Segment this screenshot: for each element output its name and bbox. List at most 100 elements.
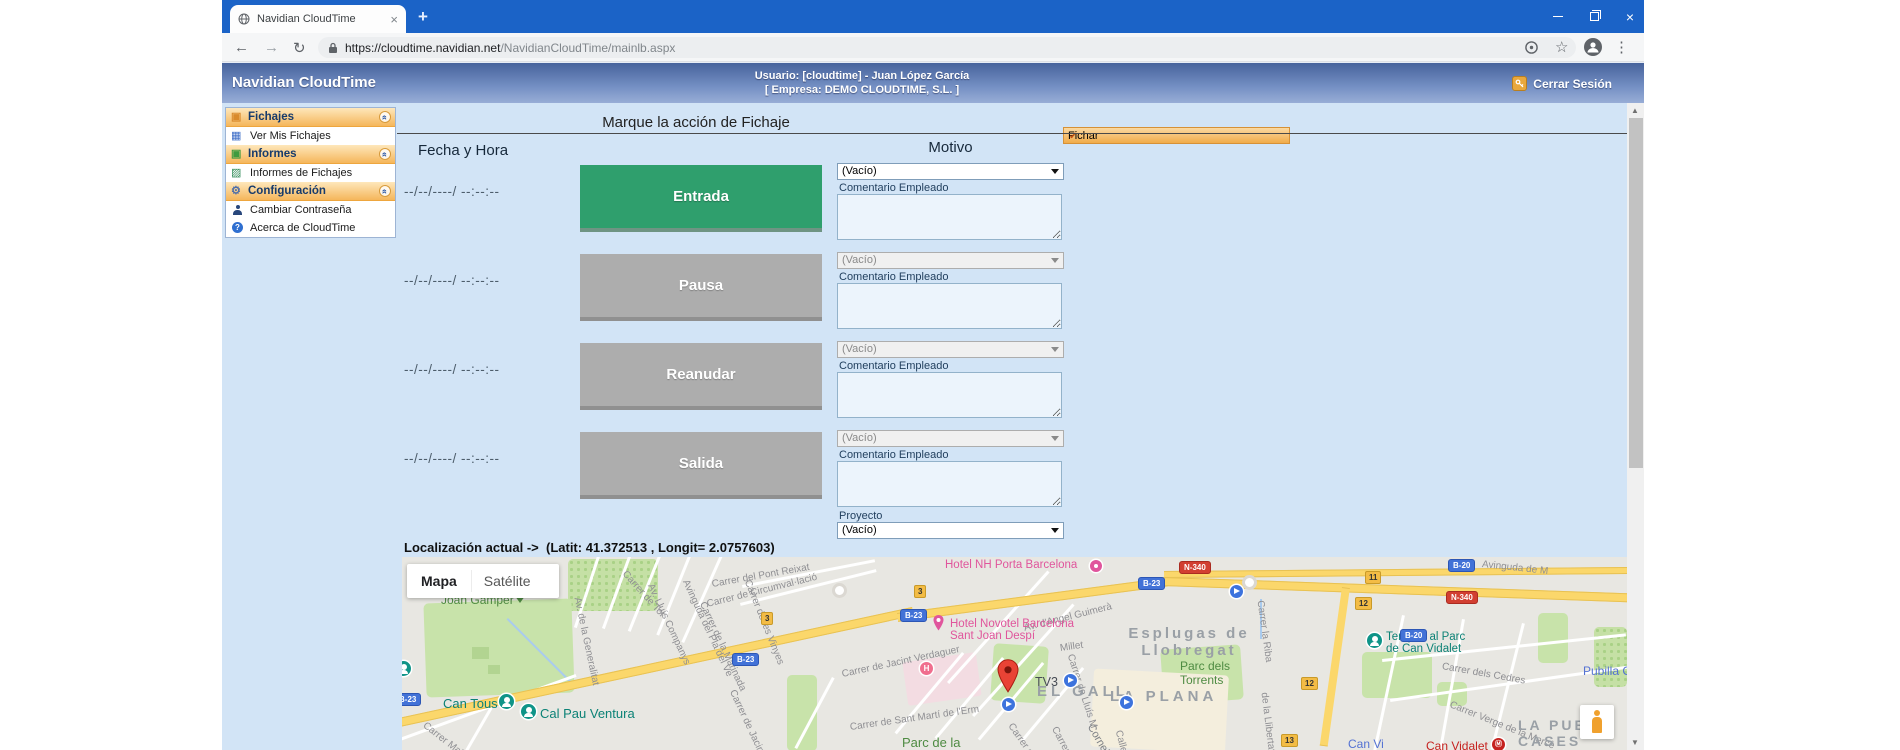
new-tab-button[interactable]: + [418, 7, 428, 27]
proyecto-select[interactable]: (Vacío) [837, 522, 1064, 539]
gear-icon: ⚙ [231, 185, 241, 197]
sidebar-item-informes-de-fichajes[interactable]: ▨ Informes de Fichajes [226, 164, 395, 182]
salida-motivo-select[interactable]: (Vacío) [837, 430, 1064, 447]
templet-poi-icon [1367, 633, 1382, 648]
tab-close-icon[interactable]: × [390, 13, 398, 26]
salida-comment-textarea[interactable] [837, 461, 1062, 507]
highway-ramp [1320, 587, 1350, 747]
road-badge-n340: N-340 [1179, 561, 1211, 574]
help-question-icon: ? [232, 222, 243, 233]
exit-badge-11: 11 [1365, 571, 1381, 584]
window-close-icon[interactable]: × [1626, 10, 1634, 24]
road-badge-b23: B-23 [1138, 577, 1165, 590]
sidebar-menu: ▣ Fichajes « ✔ Fichar ▦ Ver Mis Fichajes… [225, 107, 396, 238]
browser-tab[interactable]: Navidian CloudTime × [230, 5, 406, 33]
map-roundabout [832, 583, 847, 598]
reload-icon[interactable]: ↻ [293, 39, 306, 57]
street-label: de la Llibertat [1259, 692, 1277, 750]
bookmark-star-icon[interactable]: ☆ [1555, 38, 1568, 56]
tab-favicon-globe-icon [238, 13, 250, 25]
column-header-motivo: Motivo [837, 139, 1064, 156]
send-to-device-icon[interactable] [1524, 40, 1539, 55]
salida-button[interactable]: Salida [580, 432, 822, 499]
sidebar-section-configuracion[interactable]: ⚙ Configuración « [226, 182, 395, 201]
metro-icon: Ⓜ [1492, 738, 1505, 750]
transit-icon [1002, 698, 1015, 711]
poi-label-tv3: TV3 [1035, 675, 1058, 689]
address-bar[interactable]: https://cloudtime.navidian.net/NavidianC… [318, 37, 1576, 58]
select-value: (Vacío) [842, 165, 877, 177]
scroll-up-icon[interactable]: ▲ [1631, 106, 1639, 115]
salida-datetime: --/--/----/ --:--:-- [404, 451, 534, 466]
sidebar-item-label: Cambiar Contraseña [250, 204, 352, 216]
sidebar-item-acerca-de-cloudtime[interactable]: ? Acerca de CloudTime [226, 219, 395, 237]
page-scrollbar[interactable]: ▲ ▼ [1627, 103, 1644, 750]
company-line: [ Empresa: DEMO CLOUDTIME, S.L. ] [642, 83, 1082, 97]
road-badge-b23: B-23 [402, 693, 421, 706]
transit-icon [1230, 585, 1243, 598]
screenshot-canvas: Navidian CloudTime × + × ← → ↻ https://c… [0, 0, 1900, 750]
area-label-la-pubilla-cases: LA PUB CASES [1518, 717, 1588, 749]
logout-button[interactable]: Cerrar Sesión [1512, 76, 1612, 91]
sidebar-item-ver-mis-fichajes[interactable]: ▦ Ver Mis Fichajes [226, 127, 395, 145]
road-badge-b20: B-20 [1448, 559, 1475, 572]
cal-pau-poi-icon [521, 704, 536, 719]
location-coords: (Latit: 41.372513 , Longit= 2.0757603) [546, 540, 775, 555]
app-title: Navidian CloudTime [232, 74, 376, 91]
entrada-motivo-select[interactable]: (Vacío) [837, 163, 1064, 180]
pegman-icon [1592, 710, 1602, 734]
title-separator [397, 133, 1627, 134]
pausa-comment-textarea[interactable] [837, 283, 1062, 329]
forward-icon[interactable]: → [264, 39, 279, 56]
entrada-button[interactable]: Entrada [580, 165, 822, 232]
street-label: Carrer del Gall [1049, 725, 1089, 750]
person-icon [233, 205, 242, 215]
select-value: (Vacío) [842, 432, 877, 444]
satellite-button[interactable]: Satélite [471, 570, 543, 592]
poi-label-hotel-nh: Hotel NH Porta Barcelona [945, 559, 1077, 571]
reanudar-button[interactable]: Reanudar [580, 343, 822, 410]
restore-icon[interactable] [1590, 12, 1599, 21]
chevron-down-icon [1051, 347, 1059, 352]
section-title: Fichajes [248, 111, 294, 123]
scrollbar-thumb[interactable] [1629, 118, 1643, 468]
sidebar-section-fichajes[interactable]: ▣ Fichajes « [226, 108, 395, 127]
sidebar-item-cambiar-contrasena[interactable]: Cambiar Contraseña [226, 201, 395, 219]
comment-label: Comentario Empleado [839, 449, 948, 461]
scroll-down-icon[interactable]: ▼ [1631, 738, 1639, 747]
sidebar-item-fichar[interactable]: ✔ Fichar [1063, 127, 1290, 144]
reanudar-comment-textarea[interactable] [837, 372, 1062, 418]
poi-label-cal-pau-ventura: Cal Pau Ventura [540, 706, 635, 721]
poi-label-pubilla: Pubilla C [1583, 664, 1627, 678]
street-label: Carrer Major [421, 720, 472, 750]
hospital-icon: H [920, 662, 933, 675]
collapse-chevron-icon[interactable]: « [379, 111, 391, 123]
poi-label-hotel-novotel: Hotel Novotel Barcelona Sant Joan Despí [950, 618, 1074, 642]
pausa-motivo-select[interactable]: (Vacío) [837, 252, 1064, 269]
road-badge-b20: B-20 [1400, 629, 1427, 642]
url-domain: https://cloudtime.navidian.net [345, 41, 500, 55]
page-title: Marque la acción de Fichaje [396, 114, 996, 131]
reanudar-motivo-select[interactable]: (Vacío) [837, 341, 1064, 358]
pausa-button[interactable]: Pausa [580, 254, 822, 321]
minimize-icon[interactable] [1553, 16, 1563, 18]
map-park-building [472, 647, 489, 659]
comment-label: Comentario Empleado [839, 271, 948, 283]
collapse-chevron-icon[interactable]: « [379, 185, 391, 197]
map-button[interactable]: Mapa [407, 573, 471, 589]
comment-label: Comentario Empleado [839, 360, 948, 372]
poi-label-can-tous: Can Tous [443, 696, 498, 711]
embedded-map[interactable]: Av. de la Generalitat Carrer de Tor Av. … [402, 557, 1627, 750]
street-view-pegman-control[interactable] [1580, 705, 1614, 739]
profile-avatar[interactable] [1584, 38, 1602, 56]
user-line: Usuario: [cloudtime] - Juan López García [642, 69, 1082, 83]
avatar-person-icon [1584, 38, 1602, 56]
back-icon[interactable]: ← [234, 39, 249, 56]
sidebar-section-informes[interactable]: ▣ Informes « [226, 145, 395, 164]
collapse-chevron-icon[interactable]: « [379, 148, 391, 160]
chevron-down-icon [1051, 169, 1059, 174]
chevron-down-icon [1051, 436, 1059, 441]
entrada-comment-textarea[interactable] [837, 194, 1062, 240]
exit-badge-3: 3 [914, 585, 926, 598]
browser-menu-icon[interactable]: ⋮ [1614, 38, 1629, 56]
